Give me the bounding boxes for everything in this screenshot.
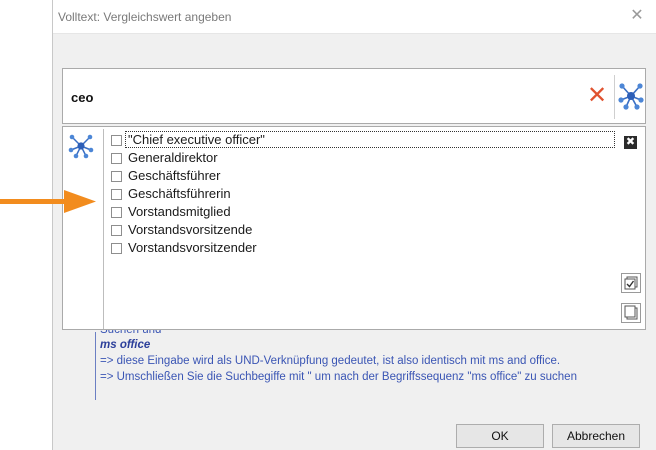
synonym-item[interactable]: Vorstandsmitglied xyxy=(109,203,619,221)
pages-button[interactable] xyxy=(621,303,641,323)
help-line-1: => diese Eingabe wird als UND-Verknüpfun… xyxy=(100,355,561,367)
pages-icon xyxy=(624,305,638,320)
cancel-button[interactable]: Abbrechen xyxy=(552,424,640,448)
ok-button[interactable]: OK xyxy=(456,424,544,448)
synonym-item[interactable]: Geschäftsführer xyxy=(109,167,619,185)
checkbox[interactable] xyxy=(111,225,122,236)
synonym-label: Generaldirektor xyxy=(128,150,218,165)
synonym-item[interactable]: Geschäftsführerin xyxy=(109,185,619,203)
help-lines: Suchen und ms office => diese Eingabe wi… xyxy=(100,330,577,385)
synonym-list: "Chief executive officer" Generaldirekto… xyxy=(109,131,619,257)
synonym-label: Geschäftsführerin xyxy=(128,186,231,201)
help-line-2: => Umschließen Sie die Suchbegiffe mit "… xyxy=(100,371,577,383)
synonym-panel: "Chief executive officer" Generaldirekto… xyxy=(62,126,646,330)
title-bar: Volltext: Vergleichswert angeben ✕ xyxy=(53,0,656,34)
synonym-label: Geschäftsführer xyxy=(128,168,221,183)
synonym-network-icon[interactable] xyxy=(617,81,645,111)
clear-x-icon[interactable]: ✕ xyxy=(585,84,609,108)
synonym-label: Vorstandsvorsitzender xyxy=(128,240,257,255)
checkbox[interactable] xyxy=(111,153,122,164)
checkbox[interactable] xyxy=(111,171,122,182)
close-icon[interactable]: ✕ xyxy=(627,6,647,26)
synonym-network-icon xyxy=(68,134,94,159)
checkbox[interactable] xyxy=(111,189,122,200)
checkbox[interactable] xyxy=(111,135,122,146)
check-all-icon xyxy=(624,276,638,290)
search-field[interactable]: ceo ✕ xyxy=(62,68,646,124)
synonym-item[interactable]: "Chief executive officer" xyxy=(109,131,619,149)
dialog-window: Volltext: Vergleichswert angeben ✕ ceo ✕ xyxy=(52,0,656,450)
divider xyxy=(103,129,104,329)
synonym-label: Vorstandsvorsitzende xyxy=(128,222,253,237)
synonym-item[interactable]: Vorstandsvorsitzende xyxy=(109,221,619,239)
help-text-area: Suchen und ms office => diese Eingabe wi… xyxy=(62,330,646,406)
divider xyxy=(614,75,615,119)
orange-arrow-icon xyxy=(0,190,96,213)
check-all-button[interactable] xyxy=(621,273,641,293)
checkbox[interactable] xyxy=(111,243,122,254)
synonym-item[interactable]: Vorstandsvorsitzender xyxy=(109,239,619,257)
synonym-label: "Chief executive officer" xyxy=(125,131,615,148)
synonym-item[interactable]: Generaldirektor xyxy=(109,149,619,167)
checkbox[interactable] xyxy=(111,207,122,218)
window-title: Volltext: Vergleichswert angeben xyxy=(58,10,232,24)
help-cut-line: Suchen und xyxy=(100,330,162,336)
synonym-label: Vorstandsmitglied xyxy=(128,204,231,219)
help-divider xyxy=(95,332,96,400)
close-panel-icon[interactable]: ✖ xyxy=(624,136,637,149)
help-example: ms office xyxy=(100,339,151,351)
search-input[interactable]: ceo xyxy=(71,90,93,105)
